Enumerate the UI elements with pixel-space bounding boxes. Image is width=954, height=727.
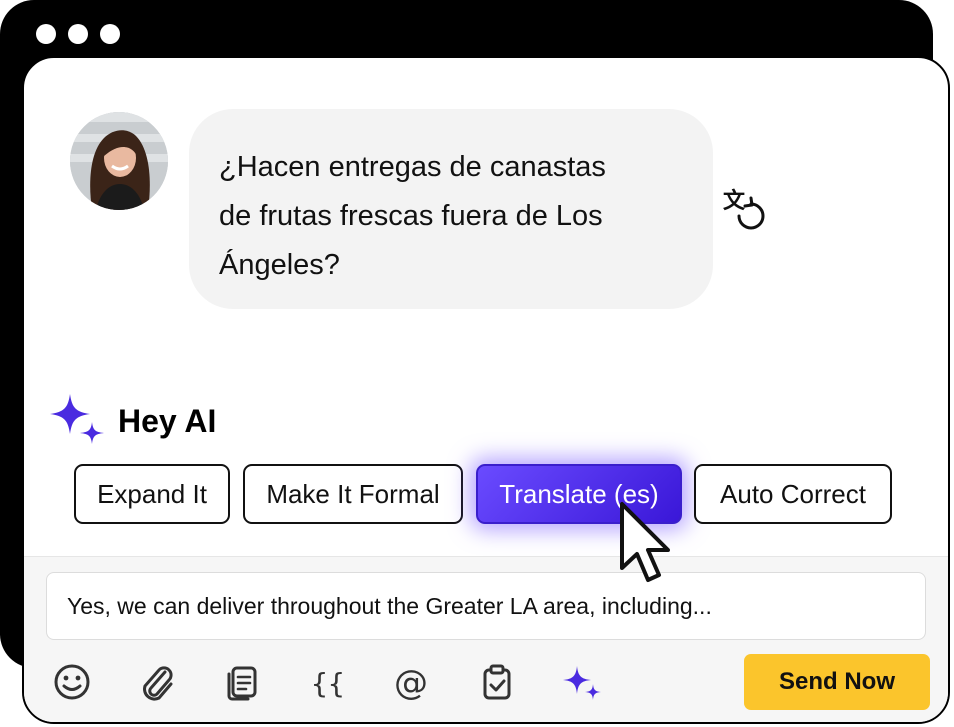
message-line: Ángeles? [219,249,340,281]
translate-icon[interactable]: 文 [721,186,769,234]
sparkle-icon [50,394,104,444]
document-icon[interactable] [222,662,262,702]
ai-header: Hey AI [50,392,216,448]
window-controls [36,24,120,44]
curly-braces-icon[interactable]: {{ [307,662,347,702]
paperclip-icon[interactable] [137,662,177,702]
avatar-image [70,112,168,210]
ai-title: Hey AI [118,402,217,439]
make-it-formal-button[interactable]: Make It Formal [243,464,463,524]
sparkle-icon[interactable] [562,662,602,702]
message-bubble: ¿Hacen entregas de canastas de frutas fr… [189,109,713,309]
svg-text:{{: {{ [311,667,345,700]
send-now-button[interactable]: Send Now [744,654,930,710]
auto-correct-button[interactable]: Auto Correct [694,464,892,524]
window-dot[interactable] [68,24,88,44]
at-sign-icon[interactable]: @ [392,662,432,702]
chat-window: ¿Hacen entregas de canastas de frutas fr… [22,56,950,724]
reply-text: Yes, we can deliver throughout the Great… [67,592,712,619]
window-dot[interactable] [100,24,120,44]
message-line: de frutas frescas fuera de Los [219,200,603,232]
svg-text:文: 文 [723,188,746,213]
message-line: ¿Hacen entregas de canastas [219,151,606,183]
window-dot[interactable] [36,24,56,44]
svg-text:@: @ [394,663,428,702]
clipboard-check-icon[interactable] [477,662,517,702]
expand-it-button[interactable]: Expand It [74,464,230,524]
cursor-icon [620,502,670,582]
emoji-icon[interactable] [52,662,92,702]
avatar [70,112,168,210]
reply-input[interactable]: Yes, we can deliver throughout the Great… [46,572,926,640]
